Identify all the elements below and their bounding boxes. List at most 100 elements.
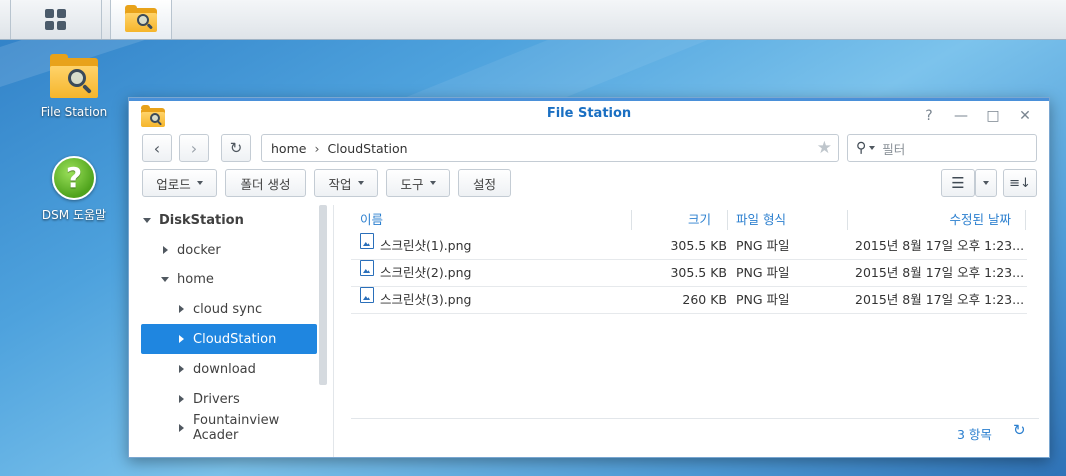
desktop-icon-label: DSM 도움말 <box>41 208 107 222</box>
chevron-down-icon <box>429 181 436 185</box>
column-separator[interactable] <box>727 210 728 230</box>
sort-button[interactable]: ≡↓ <box>1003 169 1037 197</box>
column-separator[interactable] <box>631 210 632 230</box>
refresh-icon[interactable]: ↻ <box>1013 421 1026 439</box>
file-size: 305.5 KB <box>670 238 727 253</box>
sort-icon: ≡↓ <box>1009 175 1031 191</box>
file-station-window: File Station ? — □ ✕ ‹ › ↻ home › CloudS… <box>128 97 1050 458</box>
folder-tree: DiskStation docker home cloud sync Cloud… <box>129 205 329 457</box>
tree-item-label: home <box>177 271 214 287</box>
png-file-icon <box>360 260 374 276</box>
breadcrumb-separator: › <box>314 140 320 156</box>
tools-label: 도구 <box>400 176 424 192</box>
file-station-icon <box>125 4 157 32</box>
desktop-icon-label: File Station <box>40 105 108 119</box>
tree-item-label: docker <box>177 242 221 258</box>
forward-button[interactable]: › <box>179 134 209 162</box>
column-separator[interactable] <box>847 210 848 230</box>
list-view-icon: ☰ <box>951 174 965 192</box>
chevron-down-icon <box>196 181 203 185</box>
expand-arrow-icon[interactable] <box>143 217 151 223</box>
refresh-button[interactable]: ↻ <box>221 134 251 162</box>
tree-item-fountainview[interactable]: Fountainview Acader <box>141 413 317 443</box>
view-mode-button[interactable]: ☰ <box>941 169 975 197</box>
new-folder-button[interactable]: 폴더 생성 <box>225 169 306 197</box>
sidebar-scrollbar[interactable] <box>319 205 327 385</box>
desktop-dsm-help[interactable]: ? DSM 도움말 <box>29 156 119 223</box>
search-filter-field[interactable]: ⚲ 필터 <box>847 134 1037 162</box>
tree-item-home[interactable]: home <box>141 264 317 294</box>
tools-button[interactable]: 도구 <box>386 169 450 197</box>
breadcrumb-cloudstation[interactable]: CloudStation <box>327 141 407 156</box>
column-header-modified[interactable]: 수정된 날짜 <box>855 206 1011 233</box>
tree-item-cloudstation[interactable]: CloudStation <box>141 324 317 354</box>
action-label: 작업 <box>328 176 352 192</box>
file-name: 스크린샷(3).png <box>380 292 472 307</box>
breadcrumb-home[interactable]: home <box>271 141 306 156</box>
tree-item-drivers[interactable]: Drivers <box>141 384 317 414</box>
expand-arrow-icon[interactable] <box>179 365 184 373</box>
help-button[interactable]: ? <box>919 106 939 126</box>
file-name: 스크린샷(2).png <box>380 265 472 280</box>
minimize-button[interactable]: — <box>951 106 971 126</box>
grid-icon <box>45 8 67 31</box>
file-type: PNG 파일 <box>736 292 790 307</box>
search-options-caret[interactable] <box>869 146 876 150</box>
expand-arrow-icon[interactable] <box>163 246 168 254</box>
chevron-down-icon <box>357 181 364 185</box>
search-placeholder: 필터 <box>882 141 906 157</box>
tree-item-label: download <box>193 361 256 377</box>
action-button[interactable]: 작업 <box>314 169 378 197</box>
tree-item-label: DiskStation <box>159 212 244 228</box>
expand-arrow-icon[interactable] <box>179 424 184 432</box>
search-icon: ⚲ <box>856 140 867 156</box>
star-icon[interactable]: ★ <box>817 138 832 158</box>
item-count: 3 항목 <box>957 427 992 442</box>
file-modified: 2015년 8월 17일 오후 1:23... <box>855 238 1025 253</box>
main-menu-button[interactable] <box>10 0 102 39</box>
file-modified: 2015년 8월 17일 오후 1:23... <box>855 292 1025 307</box>
tree-item-label: cloud sync <box>193 301 263 317</box>
file-size: 305.5 KB <box>670 265 727 280</box>
tree-item-cloud-sync[interactable]: cloud sync <box>141 294 317 324</box>
expand-arrow-icon[interactable] <box>179 335 184 343</box>
column-header-type[interactable]: 파일 형식 <box>736 206 786 233</box>
back-button[interactable]: ‹ <box>142 134 172 162</box>
window-title: File Station <box>546 106 632 121</box>
column-header-name[interactable]: 이름 <box>360 206 383 233</box>
tree-root-diskstation[interactable]: DiskStation <box>143 205 319 235</box>
column-header-size[interactable]: 크기 <box>639 206 711 233</box>
table-row[interactable]: 스크린샷(1).png 305.5 KB PNG 파일 2015년 8월 17일… <box>351 233 1027 260</box>
address-bar[interactable]: home › CloudStation ★ <box>261 134 839 162</box>
expand-arrow-icon[interactable] <box>179 305 184 313</box>
view-mode-dropdown[interactable] <box>975 169 997 197</box>
taskbar <box>0 0 1066 40</box>
column-separator[interactable] <box>1025 210 1026 230</box>
window-accent-bar <box>129 98 1049 101</box>
settings-label: 설정 <box>472 176 496 192</box>
tree-item-docker[interactable]: docker <box>141 235 317 265</box>
upload-button[interactable]: 업로드 <box>142 169 217 197</box>
table-row[interactable]: 스크린샷(3).png 260 KB PNG 파일 2015년 8월 17일 오… <box>351 287 1027 314</box>
chevron-down-icon <box>983 181 989 185</box>
expand-arrow-icon[interactable] <box>179 395 184 403</box>
desktop-file-station[interactable]: File Station <box>29 54 119 119</box>
collapse-arrow-icon[interactable] <box>161 276 169 282</box>
chevron-right-icon: › <box>190 138 198 158</box>
tree-item-label: CloudStation <box>193 331 277 347</box>
close-button[interactable]: ✕ <box>1015 106 1035 126</box>
tree-item-download[interactable]: download <box>141 354 317 384</box>
pane-divider[interactable] <box>333 205 334 457</box>
chevron-left-icon: ‹ <box>153 138 161 158</box>
tree-item-label: Drivers <box>193 391 240 407</box>
footer-divider <box>351 418 1039 419</box>
taskbar-file-station-button[interactable] <box>110 0 172 39</box>
help-icon: ? <box>52 156 96 200</box>
maximize-button[interactable]: □ <box>983 106 1003 126</box>
settings-button[interactable]: 설정 <box>458 169 511 197</box>
table-row[interactable]: 스크린샷(2).png 305.5 KB PNG 파일 2015년 8월 17일… <box>351 260 1027 287</box>
refresh-icon: ↻ <box>229 139 243 157</box>
new-folder-label: 폴더 생성 <box>240 176 291 192</box>
file-name: 스크린샷(1).png <box>380 238 472 253</box>
file-type: PNG 파일 <box>736 265 790 280</box>
